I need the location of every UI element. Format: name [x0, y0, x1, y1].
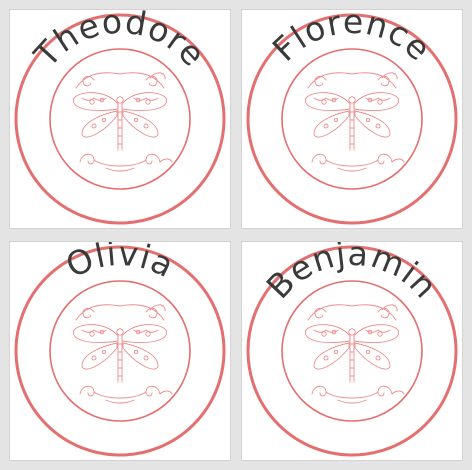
label-artwork: Florence [246, 10, 458, 225]
dragonfly-icon [72, 304, 173, 404]
inner-ring [49, 280, 191, 422]
inner-ring [49, 48, 191, 190]
name-label-card: Benjamin [242, 242, 462, 460]
inner-ring [281, 280, 423, 422]
label-name-text: Theodore [26, 10, 214, 75]
label-name-text: Florence [265, 10, 439, 69]
name-label-card: Theodore [10, 10, 230, 228]
label-artwork: Theodore [14, 10, 226, 225]
label-artwork: Benjamin [246, 242, 458, 457]
label-name: Theodore [26, 10, 213, 75]
label-name: Florence [265, 10, 438, 69]
dragonfly-icon [72, 72, 173, 172]
name-label-card: Olivia [10, 242, 230, 460]
label-name-text: Olivia [60, 242, 181, 286]
label-artwork: Olivia [14, 242, 226, 457]
label-sheet: Theodore Florence Olivia Benjamin [0, 0, 472, 470]
label-name: Benjamin [259, 242, 445, 306]
outer-ring [14, 245, 226, 457]
label-name-text: Benjamin [259, 242, 446, 306]
name-label-card: Florence [242, 10, 462, 228]
dragonfly-icon [304, 72, 405, 172]
dragonfly-icon [304, 304, 405, 404]
inner-ring [281, 48, 423, 190]
label-name: Olivia [60, 242, 180, 286]
